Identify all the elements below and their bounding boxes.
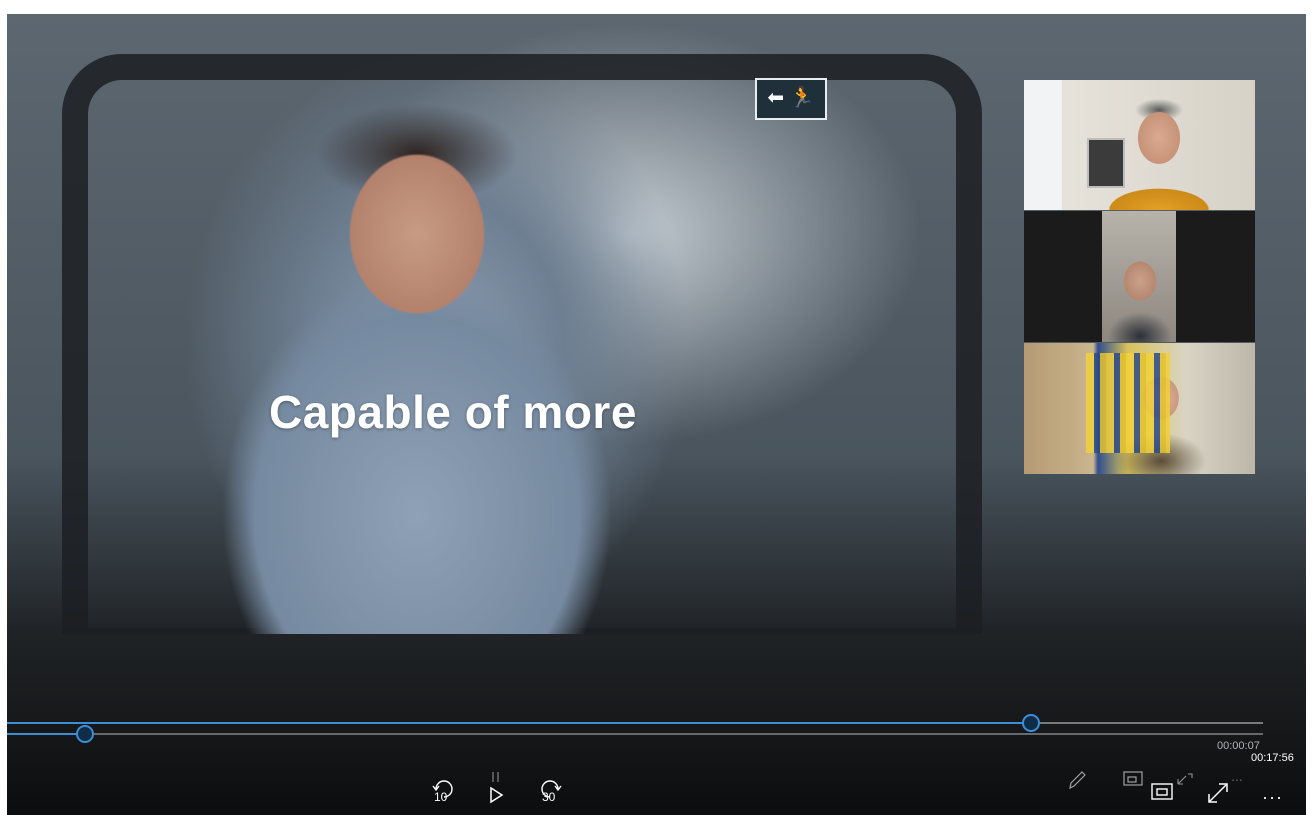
video-caption: Capable of more <box>269 386 637 438</box>
seek-end-handle[interactable] <box>1021 714 1040 732</box>
background-picture-frame <box>1087 138 1125 188</box>
expand-icon <box>1208 783 1228 803</box>
background-window <box>1024 80 1062 210</box>
picture-in-picture-button[interactable] <box>1150 772 1194 802</box>
picture-in-picture-icon <box>1151 773 1193 800</box>
vehicle-dashboard <box>7 634 1306 815</box>
rewind-button[interactable]: 10 <box>430 770 458 806</box>
more-options-faint: ... <box>1231 768 1243 784</box>
fullscreen-button[interactable] <box>1205 780 1231 806</box>
exit-sign: ⬅ 🏃 <box>755 78 827 120</box>
elapsed-time: 00:00:07 <box>1217 740 1260 752</box>
playhead-handle[interactable] <box>76 725 94 743</box>
rewind-seconds: 10 <box>434 790 448 804</box>
play-pause-button[interactable] <box>484 768 508 804</box>
mini-player-button[interactable] <box>1122 770 1144 788</box>
background-bookshelf <box>1086 353 1170 453</box>
mini-player-icon <box>1123 771 1143 786</box>
seek-bar-played <box>7 722 1031 724</box>
playback-progress-played <box>7 733 85 735</box>
forward-button[interactable]: 30 <box>536 770 564 806</box>
pen-icon <box>1069 771 1086 790</box>
more-options-button[interactable]: ... <box>1258 784 1288 802</box>
participant-tile-3[interactable] <box>1024 343 1255 474</box>
annotate-button[interactable] <box>1066 768 1088 792</box>
participant-tile-1[interactable] <box>1024 80 1255 210</box>
playback-progress-track[interactable] <box>7 725 1263 743</box>
participant-tile-2[interactable] <box>1024 211 1255 342</box>
forward-seconds: 30 <box>542 790 556 804</box>
seek-bar[interactable] <box>7 714 1263 732</box>
play-icon <box>490 772 504 804</box>
total-time: 00:17:56 <box>1251 752 1294 764</box>
participant-video <box>1102 211 1176 342</box>
